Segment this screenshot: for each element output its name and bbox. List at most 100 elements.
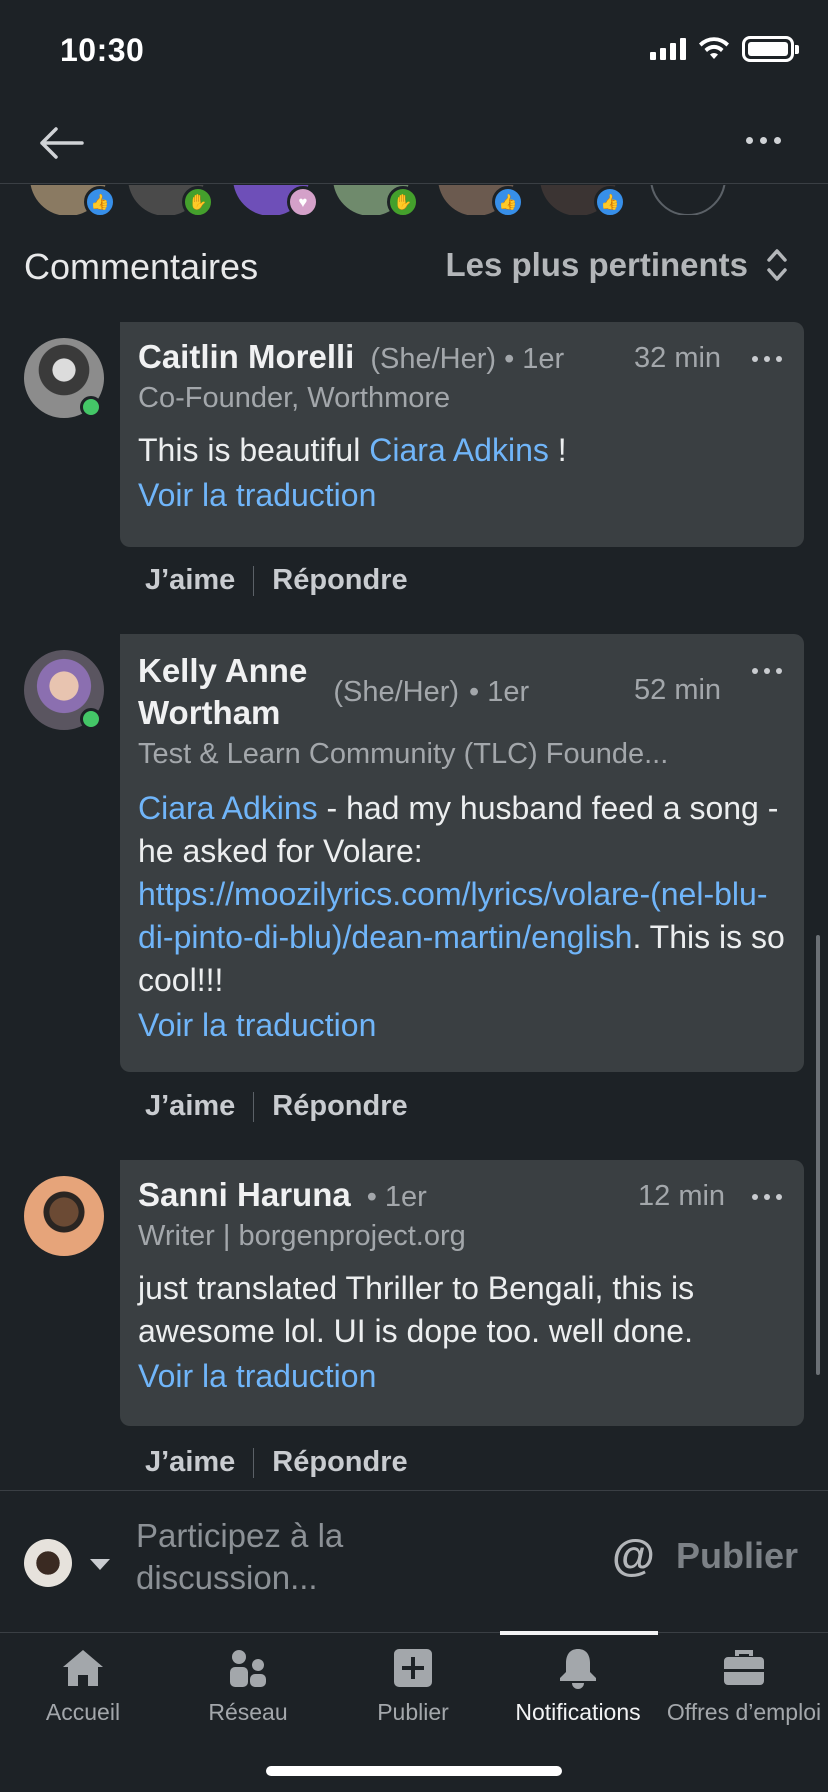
cellular-signal-icon bbox=[650, 38, 686, 60]
tab-jobs[interactable]: Offres d’emploi bbox=[661, 1633, 827, 1743]
home-indicator[interactable] bbox=[266, 1766, 562, 1776]
comment-input[interactable]: Participez à la discussion... bbox=[136, 1515, 436, 1599]
author-name[interactable]: Caitlin Morelli bbox=[138, 338, 354, 376]
divider bbox=[253, 1447, 255, 1478]
comments-title: Commentaires bbox=[24, 246, 259, 287]
author-name[interactable]: Sanni Haruna bbox=[138, 1176, 351, 1214]
comment-text: just translated Thriller to Bengali, thi… bbox=[138, 1270, 695, 1349]
sort-dropdown[interactable]: Les plus pertinents bbox=[445, 246, 788, 284]
my-avatar[interactable] bbox=[24, 1539, 72, 1587]
reactor-avatar[interactable]: 👍 bbox=[438, 185, 524, 215]
comment-text: This is beautiful Ciara Adkins ! bbox=[138, 429, 786, 472]
top-navigation bbox=[0, 100, 828, 184]
comment-text: Ciara Adkins - had my husband feed a son… bbox=[138, 787, 786, 1002]
tab-label: Notifications bbox=[515, 1699, 641, 1725]
mention-link[interactable]: Ciara Adkins bbox=[138, 790, 318, 826]
reactor-avatar[interactable]: ✋ bbox=[128, 185, 214, 215]
love-icon: ♥ bbox=[287, 186, 319, 215]
comment-composer: Participez à la discussion... @ Publier bbox=[0, 1490, 828, 1632]
comment-text-part: This is beautiful bbox=[138, 432, 370, 468]
translate-link[interactable]: Voir la traduction bbox=[138, 1353, 786, 1399]
more-reactors-button[interactable] bbox=[650, 185, 726, 215]
reactor-avatar[interactable]: ♥ bbox=[233, 185, 319, 215]
like-icon: 👍 bbox=[84, 186, 116, 215]
author-pronouns: (She/Her) bbox=[370, 343, 497, 375]
sort-chevron-icon bbox=[767, 249, 787, 281]
author-name[interactable]: Kelly Anne Wortham bbox=[138, 650, 307, 734]
author-name-line: Wortham bbox=[138, 694, 281, 731]
connection-degree: • 1er bbox=[504, 343, 565, 375]
comment-bubble: Kelly Anne Wortham (She/Her) • 1er 52 mi… bbox=[120, 634, 804, 1072]
celebrate-icon: ✋ bbox=[182, 186, 214, 215]
connection-degree: • 1er bbox=[469, 675, 530, 708]
status-time: 10:30 bbox=[60, 32, 145, 68]
bell-icon bbox=[554, 1645, 602, 1691]
author-headline: Co-Founder, Worthmore bbox=[138, 382, 451, 414]
translate-link[interactable]: Voir la traduction bbox=[138, 1002, 786, 1048]
network-icon bbox=[224, 1645, 272, 1691]
status-bar: 10:30 bbox=[0, 0, 828, 100]
wifi-icon bbox=[699, 37, 729, 59]
avatar[interactable] bbox=[24, 1176, 104, 1256]
home-icon bbox=[59, 1645, 107, 1691]
battery-icon bbox=[742, 36, 799, 62]
comment-actions: J’aime Répondre bbox=[145, 1090, 408, 1123]
dot bbox=[745, 136, 753, 144]
divider bbox=[253, 1091, 255, 1122]
tab-post[interactable]: Publier bbox=[330, 1633, 496, 1743]
post-icon bbox=[389, 1645, 437, 1691]
dot bbox=[759, 136, 767, 144]
status-icons bbox=[650, 36, 799, 62]
identity-dropdown-icon[interactable] bbox=[90, 1559, 110, 1570]
comment-more-button[interactable] bbox=[752, 668, 782, 674]
tab-network[interactable]: Réseau bbox=[165, 1633, 331, 1743]
comment-actions: J’aime Répondre bbox=[145, 1446, 408, 1479]
scrollbar[interactable] bbox=[816, 935, 820, 1375]
reply-button[interactable]: Répondre bbox=[272, 1446, 407, 1479]
author-headline: Test & Learn Community (TLC) Founde... bbox=[138, 738, 669, 770]
more-options-button[interactable] bbox=[738, 120, 788, 160]
like-button[interactable]: J’aime bbox=[145, 1446, 235, 1479]
like-icon: 👍 bbox=[492, 186, 524, 215]
comment-bubble: Caitlin Morelli (She/Her) • 1er 32 min C… bbox=[120, 322, 804, 547]
online-indicator bbox=[80, 396, 102, 418]
reply-button[interactable]: Répondre bbox=[272, 1090, 407, 1123]
mention-button[interactable]: @ bbox=[612, 1531, 655, 1581]
translate-link[interactable]: Voir la traduction bbox=[138, 472, 786, 518]
comments-header: Commentaires Les plus pertinents bbox=[0, 240, 828, 296]
comment-time: 12 min bbox=[638, 1180, 726, 1212]
tab-label: Offres d’emploi bbox=[666, 1699, 822, 1725]
author-name-line: Kelly Anne bbox=[138, 652, 308, 689]
celebrate-icon: ✋ bbox=[387, 186, 419, 215]
tab-label: Publier bbox=[377, 1699, 449, 1725]
comment-actions: J’aime Répondre bbox=[145, 564, 408, 597]
like-icon: 👍 bbox=[594, 186, 626, 215]
tab-label: Réseau bbox=[208, 1699, 288, 1725]
sort-label: Les plus pertinents bbox=[445, 246, 748, 283]
briefcase-icon bbox=[720, 1645, 768, 1691]
tab-notifications[interactable]: Notifications bbox=[495, 1633, 661, 1743]
author-pronouns: (She/Her) bbox=[333, 675, 460, 708]
like-button[interactable]: J’aime bbox=[145, 1090, 235, 1123]
comment-time: 32 min bbox=[634, 342, 722, 374]
reply-button[interactable]: Répondre bbox=[272, 564, 407, 597]
post-button[interactable]: Publier bbox=[676, 1535, 798, 1577]
author-headline: Writer | borgenproject.org bbox=[138, 1220, 466, 1252]
dot bbox=[773, 136, 781, 144]
comment-more-button[interactable] bbox=[752, 1194, 782, 1200]
comment-more-button[interactable] bbox=[752, 356, 782, 362]
comment-bubble: Sanni Haruna • 1er 12 min Writer | borge… bbox=[120, 1160, 804, 1426]
comment-text-part: ! bbox=[548, 432, 567, 468]
tab-home[interactable]: Accueil bbox=[0, 1633, 166, 1743]
back-button[interactable] bbox=[38, 118, 88, 168]
connection-degree: • 1er bbox=[366, 1181, 427, 1213]
reactor-avatar[interactable]: ✋ bbox=[333, 185, 419, 215]
reactor-avatar[interactable]: 👍 bbox=[30, 185, 116, 215]
mention-link[interactable]: Ciara Adkins bbox=[369, 432, 549, 468]
online-indicator bbox=[80, 708, 102, 730]
reactor-avatar[interactable]: 👍 bbox=[540, 185, 626, 215]
divider bbox=[253, 565, 255, 596]
reactions-strip[interactable]: 👍 ✋ ♥ ✋ 👍 👍 bbox=[0, 185, 828, 215]
arrow-left-icon bbox=[40, 127, 84, 159]
like-button[interactable]: J’aime bbox=[145, 564, 235, 597]
